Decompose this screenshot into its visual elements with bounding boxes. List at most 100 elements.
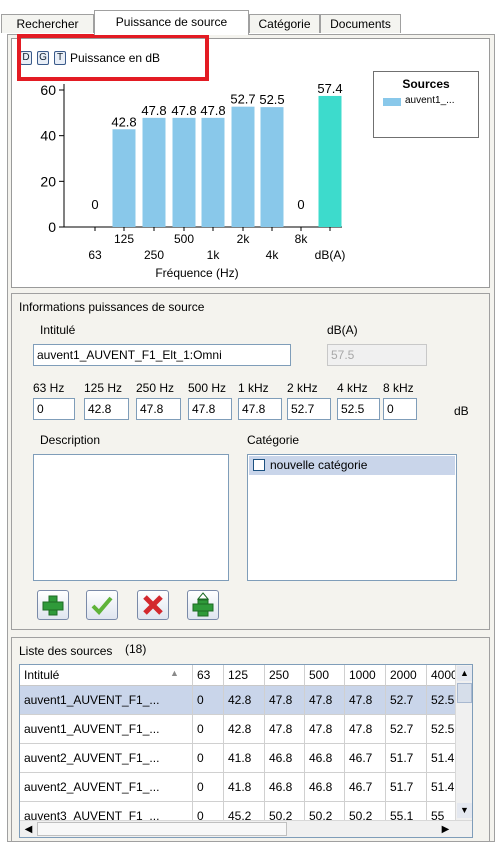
categorie-item-label: nouvelle catégorie — [270, 458, 368, 472]
table-row[interactable]: auvent2_AUVENT_F1_... 0 41.8 46.8 46.8 46.7 51… — [20, 773, 457, 802]
band-input-6[interactable]: 52.5 — [337, 398, 380, 420]
table-row[interactable]: auvent2_AUVENT_F1_... 0 41.8 46.8 46.8 46.7 51… — [20, 744, 457, 773]
table-cell: 51.4 — [427, 773, 457, 802]
band-label-7: 8 kHz — [383, 381, 414, 395]
info-group-title: Informations puissances de source — [19, 300, 205, 314]
column-header-6[interactable]: 2000 — [386, 665, 427, 686]
bar — [172, 117, 196, 227]
table-cell: 52.7 — [386, 715, 427, 744]
x-tick-label: 8k — [295, 232, 309, 246]
y-tick-label: 0 — [48, 219, 56, 235]
scroll-thumb[interactable] — [457, 683, 472, 703]
data-label: 47.8 — [141, 103, 166, 118]
table-cell: 42.8 — [224, 686, 265, 715]
column-header-4[interactable]: 500 — [305, 665, 345, 686]
column-header-5[interactable]: 1000 — [345, 665, 386, 686]
table-cell: 51.7 — [386, 744, 427, 773]
table-cell: 46.7 — [345, 744, 386, 773]
sources-count: (18) — [125, 642, 147, 656]
bar — [201, 117, 225, 227]
data-label: 47.8 — [200, 103, 225, 118]
band-input-5[interactable]: 52.7 — [287, 398, 331, 420]
table-row[interactable]: auvent1_AUVENT_F1_... 0 42.8 47.8 47.8 47.8 52… — [20, 715, 457, 744]
tab-puissance-de-source[interactable]: Puissance de source — [94, 10, 249, 35]
scroll-down-icon[interactable]: ▼ — [457, 803, 472, 818]
band-input-2[interactable]: 47.8 — [136, 398, 181, 420]
data-label: 0 — [91, 197, 98, 212]
sources-group-title: Liste des sources — [19, 644, 113, 658]
table-cell: auvent1_AUVENT_F1_... — [20, 715, 193, 744]
band-input-0[interactable]: 0 — [33, 398, 75, 420]
check-icon — [91, 596, 113, 615]
table-cell: auvent1_AUVENT_F1_... — [20, 686, 193, 715]
tab-documents[interactable]: Documents — [320, 14, 401, 33]
table-cell: 0 — [193, 773, 224, 802]
band-input-7[interactable]: 0 — [383, 398, 417, 420]
sort-asc-icon: ▲ — [170, 668, 179, 678]
bar — [112, 129, 136, 227]
table-cell: 47.8 — [345, 715, 386, 744]
categorie-label: Catégorie — [247, 433, 300, 447]
x-tick-label: 250 — [144, 248, 164, 262]
table-cell: 41.8 — [224, 773, 265, 802]
column-header-0[interactable]: Intitulé — [20, 665, 193, 686]
band-label-0: 63 Hz — [33, 381, 65, 395]
add-icon — [42, 595, 64, 616]
bar-chart: 0 20 40 60 0 42.8 47.8 47.8 47.8 52.7 52.5 0 57.4 63 1… — [40, 82, 345, 280]
table-cell: 46.8 — [265, 773, 305, 802]
bar — [260, 107, 284, 227]
legend: Sources auvent1_... — [373, 71, 479, 138]
validate-button[interactable] — [86, 590, 118, 620]
table-cell: 46.8 — [305, 744, 345, 773]
categorie-item[interactable]: nouvelle catégorie — [249, 456, 455, 475]
vertical-scrollbar[interactable]: ▲ ▼ — [455, 665, 472, 820]
delete-button[interactable] — [137, 590, 169, 620]
table-row[interactable]: auvent1_AUVENT_F1_... 0 42.8 47.8 47.8 47.8 52… — [20, 686, 457, 715]
add-button[interactable] — [37, 590, 69, 620]
categorie-checkbox[interactable] — [253, 459, 265, 471]
band-input-1[interactable]: 42.8 — [84, 398, 129, 420]
band-label-5: 2 kHz — [287, 381, 318, 395]
data-label: 52.7 — [230, 92, 255, 107]
table-cell: 47.8 — [305, 715, 345, 744]
x-axis-title: Fréquence (Hz) — [155, 266, 238, 280]
band-label-1: 125 Hz — [84, 381, 123, 395]
x-tick-label: 63 — [88, 248, 102, 262]
band-label-2: 250 Hz — [136, 381, 175, 395]
scroll-right-icon[interactable]: ▶ — [438, 822, 453, 837]
horizontal-scrollbar[interactable]: ◀ ▶ — [20, 820, 472, 837]
legend-entry: auvent1_... — [405, 95, 455, 106]
upload-button[interactable] — [187, 590, 219, 620]
band-input-3[interactable]: 47.8 — [188, 398, 232, 420]
data-label: 57.4 — [317, 82, 342, 96]
data-label: 52.5 — [259, 92, 284, 107]
data-label: 47.8 — [171, 103, 196, 118]
table-cell: 46.8 — [265, 744, 305, 773]
column-header-1[interactable]: 63 — [193, 665, 224, 686]
scroll-left-icon[interactable]: ◀ — [21, 822, 36, 837]
table-cell: 41.8 — [224, 744, 265, 773]
dba-input: 57.5 — [327, 344, 427, 366]
band-input-4[interactable]: 47.8 — [238, 398, 282, 420]
sources-grid: Intitulé 63 125 250 500 1000 2000 4000 ▲ auvent1_… — [19, 664, 473, 838]
intitule-label: Intitulé — [40, 323, 76, 337]
table-cell: auvent2_AUVENT_F1_... — [20, 773, 193, 802]
description-label: Description — [40, 433, 101, 447]
table-cell: 51.7 — [386, 773, 427, 802]
table-cell: auvent2_AUVENT_F1_... — [20, 744, 193, 773]
intitule-input[interactable]: auvent1_AUVENT_F1_Elt_1:Omni — [33, 344, 291, 366]
description-textarea[interactable] — [33, 454, 229, 581]
h-scroll-thumb[interactable] — [37, 822, 287, 836]
column-header-2[interactable]: 125 — [224, 665, 265, 686]
bar — [142, 117, 166, 227]
table-cell: 51.4 — [427, 744, 457, 773]
tab-categorie[interactable]: Catégorie — [249, 14, 320, 33]
bar — [231, 106, 255, 227]
band-label-4: 1 kHz — [238, 381, 269, 395]
column-header-3[interactable]: 250 — [265, 665, 305, 686]
scroll-up-icon[interactable]: ▲ — [457, 666, 472, 681]
dba-label: dB(A) — [327, 323, 358, 337]
column-header-7[interactable]: 4000 — [427, 665, 457, 686]
tab-rechercher[interactable]: Rechercher — [1, 14, 94, 33]
x-tick-label: 2k — [237, 232, 251, 246]
